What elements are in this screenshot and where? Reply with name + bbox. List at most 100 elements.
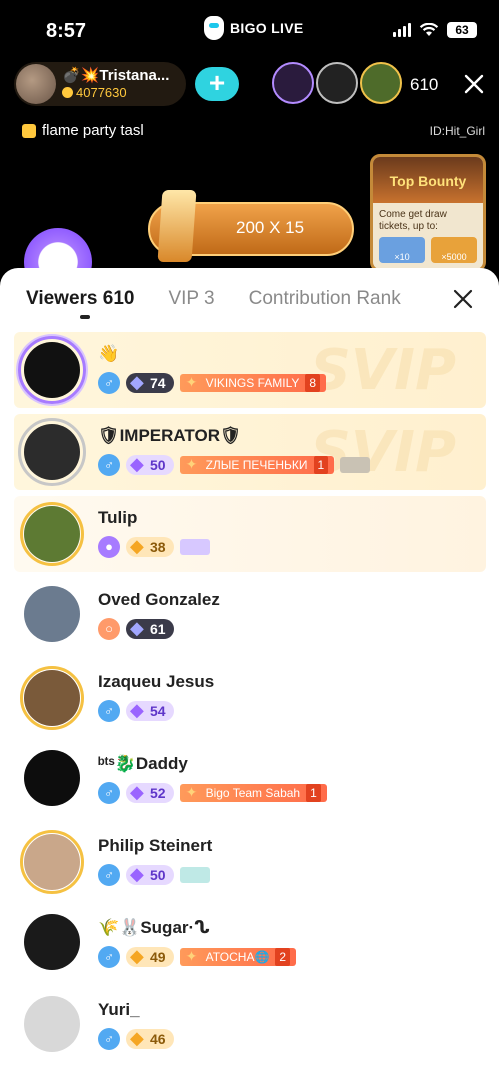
close-icon[interactable] (452, 288, 474, 310)
host-beans: 4077630 (62, 85, 127, 100)
avatar[interactable] (24, 834, 80, 890)
task-line[interactable]: flame party tasl (22, 122, 144, 139)
top-viewer-avatar[interactable] (360, 62, 402, 104)
gift-banner-text: 200 X 15 (236, 218, 305, 237)
level-badge: 52 (126, 782, 174, 803)
tab-vip[interactable]: VIP 3 (168, 288, 214, 310)
sword-icon (157, 190, 197, 262)
close-icon[interactable] (462, 72, 486, 96)
viewer-name: ᵇᵗˢ🐉Daddy (98, 754, 188, 773)
level-badge: 49 (126, 946, 174, 967)
family-badge: ATOCHA🌐 2 (179, 947, 297, 966)
viewer-row[interactable]: 🌾🐰Sugar·ᔐ ♂ 49 ATOCHA🌐 2 (14, 906, 486, 986)
tab-viewers[interactable]: Viewers 610 (26, 288, 134, 310)
avatar[interactable] (24, 342, 80, 398)
male-icon: ♂ (98, 782, 120, 804)
host-name: 💣💥Tristana... (62, 67, 170, 84)
male-icon: ♂ (98, 864, 120, 886)
viewer-meta: ♂ 74 VIKINGS FAMILY 8 (98, 372, 327, 394)
task-text: flame party tasl (42, 122, 144, 139)
viewer-row[interactable]: Yuri_ ♂ 46 (14, 988, 486, 1068)
bounty-prize-2: ×5000 (431, 237, 477, 263)
family-name: Bigo Team Sabah (205, 786, 301, 800)
top-viewers-avatars[interactable] (272, 62, 402, 104)
top-viewer-avatar[interactable] (272, 62, 314, 104)
tab-contribution-rank[interactable]: Contribution Rank (249, 288, 401, 310)
avatar[interactable] (24, 750, 80, 806)
tab-indicator (80, 315, 90, 319)
follow-button[interactable]: + (195, 67, 239, 101)
host-beans-value: 4077630 (76, 85, 127, 100)
viewer-name: Tulip (98, 508, 138, 527)
viewer-row[interactable]: ᵇᵗˢ🐉Daddy ♂ 52 Bigo Team Sabah 1 (14, 742, 486, 822)
viewer-meta: ♂ 50 ZЛЫЕ ПЕЧЕНЬКИ 1 (98, 454, 371, 476)
level-badge: 46 (126, 1028, 174, 1049)
male-icon: ♂ (98, 700, 120, 722)
status-bar: 8:57 BIGO LIVE 63 (0, 0, 499, 60)
level-badge: 61 (126, 618, 174, 639)
family-rank: 2 (275, 948, 291, 966)
viewer-count[interactable]: 610 (410, 75, 438, 95)
row-background (14, 496, 486, 572)
avatar[interactable] (24, 996, 80, 1052)
viewer-meta: ♂ 46 (98, 1028, 174, 1050)
medal-badge-icon (340, 457, 371, 473)
avatar[interactable] (24, 506, 80, 562)
viewer-name: 🌾🐰Sugar·ᔐ (98, 918, 210, 937)
system-icons: 63 (393, 22, 477, 38)
status-time: 8:57 (46, 20, 87, 42)
viewer-row[interactable]: Philip Steinert ♂ 50 (14, 824, 486, 904)
viewer-name: 🛡IMPERATOR🛡 (98, 426, 242, 445)
avatar[interactable] (24, 914, 80, 970)
viewer-meta: ♂ 54 (98, 700, 174, 722)
viewers-sheet: Viewers 610 VIP 3 Contribution Rank SVIP… (0, 268, 499, 1080)
viewer-name: Yuri_ (98, 1000, 140, 1019)
battery-indicator: 63 (447, 22, 477, 38)
level-badge: 54 (126, 700, 174, 721)
level-badge: 38 (126, 536, 174, 557)
room-id: ID:Hit_Girl (429, 124, 485, 138)
viewer-row[interactable]: SVIP 🛡IMPERATOR🛡 ♂ 50 ZЛЫЕ ПЕЧЕНЬКИ1 (14, 414, 486, 494)
tabs: Viewers 610 VIP 3 Contribution Rank (26, 288, 401, 310)
level-badge: 74 (126, 372, 174, 393)
level-badge: 50 (126, 864, 174, 885)
signal-icon (393, 23, 411, 37)
male-icon: ♂ (98, 372, 120, 394)
viewer-row[interactable]: Izaqueu Jesus ♂ 54 (14, 660, 486, 740)
bounty-prize-1: ×10 (379, 237, 425, 263)
family-badge: Bigo Team Sabah 1 (179, 783, 327, 802)
family-badge: ZЛЫЕ ПЕЧЕНЬКИ 1 (179, 455, 335, 474)
viewer-row[interactable]: SVIP 👋 ♂ 74 VIKINGS FAMILY 8 (14, 332, 486, 412)
gender-icon: ○ (98, 618, 120, 640)
brand: BIGO LIVE (204, 16, 304, 40)
bigo-logo-icon (204, 16, 224, 40)
svip-watermark-icon: SVIP (310, 338, 456, 403)
family-rank: 1 (306, 784, 321, 802)
family-name: ATOCHA🌐 (205, 950, 270, 964)
viewer-name: Oved Gonzalez (98, 590, 220, 609)
viewer-name: Izaqueu Jesus (98, 672, 215, 691)
family-rank: 1 (313, 456, 329, 474)
host-avatar[interactable] (16, 64, 56, 104)
viewer-row[interactable]: Oved Gonzalez ○ 61 (14, 578, 486, 658)
top-viewer-avatar[interactable] (316, 62, 358, 104)
top-bounty-card[interactable]: Top Bounty Come get draw tickets, up to:… (370, 154, 486, 272)
viewer-meta: ♂ 52 Bigo Team Sabah 1 (98, 782, 327, 804)
family-name: VIKINGS FAMILY (205, 376, 300, 390)
viewer-row[interactable]: Tulip ● 38 (14, 496, 486, 576)
viewer-meta: ○ 61 (98, 618, 174, 640)
avatar[interactable] (24, 424, 80, 480)
viewer-name: Philip Steinert (98, 836, 213, 855)
avatar[interactable] (24, 586, 80, 642)
male-icon: ♂ (98, 454, 120, 476)
male-icon: ♂ (98, 1028, 120, 1050)
viewer-name: 👋 (98, 344, 120, 363)
task-icon (22, 123, 36, 138)
host-info[interactable]: 💣💥Tristana... 4077630 (14, 62, 186, 106)
male-icon: ♂ (98, 946, 120, 968)
bounty-title: Top Bounty (373, 157, 483, 203)
viewer-meta: ♂ 49 ATOCHA🌐 2 (98, 946, 297, 968)
avatar[interactable] (24, 670, 80, 726)
bean-icon (62, 87, 73, 98)
wings-badge-icon (179, 867, 210, 883)
